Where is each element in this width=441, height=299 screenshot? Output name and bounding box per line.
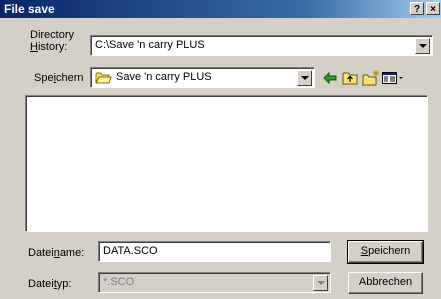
history-combobox[interactable]: C:\Save 'n carry PLUS [90, 35, 433, 56]
help-button[interactable]: ? [410, 2, 424, 15]
back-button[interactable] [321, 69, 339, 87]
filetype-combobox[interactable]: *.SCO [98, 272, 331, 293]
help-icon: ? [413, 4, 421, 15]
save-button[interactable]: Speichern [347, 240, 424, 264]
filename-input[interactable]: DATA.SCO [98, 241, 331, 262]
folder-icon [95, 72, 112, 84]
file-list[interactable] [25, 95, 428, 232]
new-folder-icon [362, 70, 379, 86]
filename-label: Dateiname: [28, 247, 85, 259]
view-menu-icon [382, 72, 403, 84]
back-icon [323, 71, 337, 85]
savein-value: Save 'n carry PLUS [116, 71, 212, 83]
filetype-dropdown-button[interactable] [313, 275, 328, 291]
savein-label: Speichern [34, 72, 84, 84]
view-menu-button[interactable] [381, 69, 405, 87]
savein-combobox[interactable]: Save 'n carry PLUS [90, 67, 315, 88]
history-value: C:\Save 'n carry PLUS [95, 39, 205, 51]
close-icon: × [430, 4, 436, 15]
new-folder-button[interactable] [362, 69, 380, 87]
cancel-button[interactable]: Abbrechen [348, 272, 423, 294]
savein-dropdown-button[interactable] [297, 70, 312, 86]
filename-value: DATA.SCO [103, 245, 158, 257]
filetype-label: Dateityp: [28, 278, 72, 290]
history-label: Directory History: [30, 29, 75, 53]
window-title: File save [4, 2, 55, 16]
history-dropdown-button[interactable] [415, 38, 430, 54]
filetype-value: *.SCO [103, 276, 135, 288]
title-bar: File save ? × [0, 0, 441, 18]
up-folder-button[interactable] [341, 69, 359, 87]
up-folder-icon [342, 72, 358, 85]
close-button[interactable]: × [426, 2, 440, 15]
